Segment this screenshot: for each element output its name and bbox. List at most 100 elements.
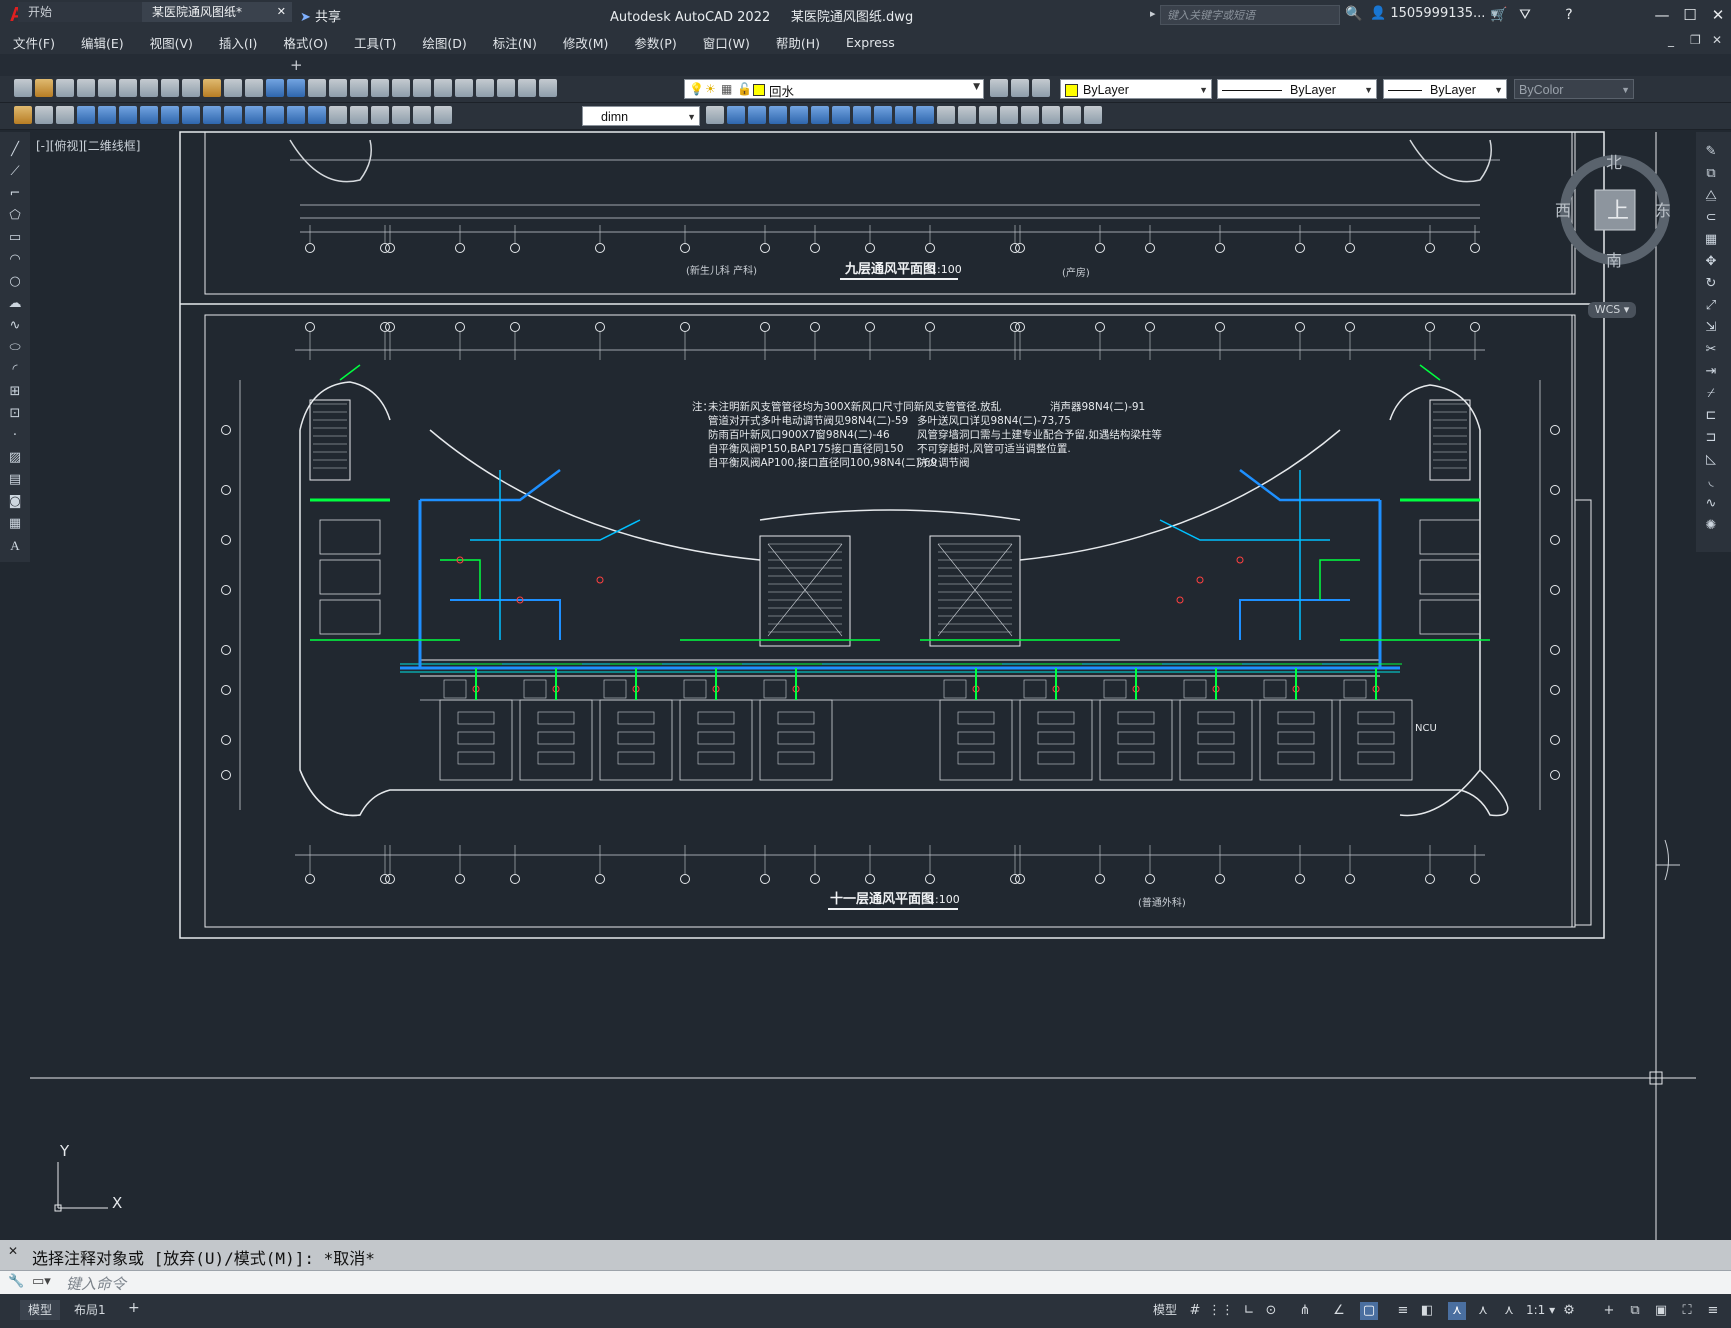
ncu-label: NCU <box>1415 723 1437 734</box>
ortho-icon[interactable]: ∟ <box>1240 1302 1258 1320</box>
grid-icon[interactable]: # <box>1186 1302 1204 1320</box>
diffuser <box>1236 556 1244 564</box>
snap-icon[interactable]: ⋮⋮ <box>1208 1302 1234 1320</box>
bed <box>777 751 815 765</box>
isodraft-icon[interactable]: ⋔ <box>1296 1302 1314 1320</box>
axis-bubble <box>1215 322 1225 332</box>
bathroom <box>943 679 967 699</box>
wing-room <box>1419 559 1481 595</box>
array-icon[interactable]: ▦ <box>1703 232 1719 248</box>
lineweight-display-icon[interactable]: ≡ <box>1394 1302 1412 1320</box>
top-note-left: (新生儿科 产科) <box>686 264 757 277</box>
bed <box>957 731 995 745</box>
ward-rooms <box>319 519 1481 781</box>
status-bar <box>0 1294 1731 1328</box>
annotation-scale-value[interactable]: 1:1 ▾ <box>1518 1300 1563 1320</box>
erase-icon[interactable]: ✎ <box>1703 144 1719 160</box>
bed <box>537 711 575 725</box>
bathroom <box>603 679 627 699</box>
clean-screen-icon[interactable]: ⛶ <box>1678 1302 1696 1320</box>
axis-bubble <box>1295 322 1305 332</box>
offset-icon[interactable]: ⊂ <box>1703 210 1719 226</box>
wcs-menu[interactable]: WCS ▾ <box>1588 302 1636 318</box>
bed <box>1357 731 1395 745</box>
tab-layout1[interactable]: 布局1 <box>66 1300 114 1320</box>
workspace-gear-icon[interactable]: ⚙ <box>1560 1302 1578 1320</box>
viewcube-east-label: 东 <box>1655 201 1671 220</box>
command-close-icon[interactable]: ✕ <box>8 1244 18 1258</box>
bed <box>617 731 655 745</box>
annotation-visibility-icon[interactable]: ⋏ <box>1448 1302 1466 1320</box>
east-intake-leader <box>1419 364 1441 381</box>
axis-bubble <box>1550 585 1560 595</box>
chamfer-icon[interactable]: ◺ <box>1703 452 1719 468</box>
join-icon[interactable]: ⊐ <box>1703 430 1719 446</box>
auto-scale-icon[interactable]: ⋏ <box>1474 1302 1492 1320</box>
axis-bubble <box>865 874 875 884</box>
extend-icon[interactable]: ⇥ <box>1703 364 1719 380</box>
bed <box>617 751 655 765</box>
bathroom <box>683 679 707 699</box>
axis-bubble <box>305 243 315 253</box>
break-point-icon[interactable]: ⌿ <box>1703 386 1719 402</box>
annotation-scale-icon[interactable]: ⋏ <box>1500 1302 1518 1320</box>
stretch-icon[interactable]: ⇲ <box>1703 320 1719 336</box>
command-input[interactable]: 键入命令 <box>66 1273 126 1294</box>
axis-bubble <box>1425 243 1435 253</box>
customize-wrench-icon[interactable]: 🔧 <box>8 1274 24 1289</box>
transparency-icon[interactable]: ◧ <box>1418 1302 1436 1320</box>
viewcube-west-label: 西 <box>1555 201 1571 220</box>
explode-icon[interactable]: ✺ <box>1703 518 1719 534</box>
blend-icon[interactable]: ∿ <box>1703 496 1719 512</box>
bathroom <box>443 679 467 699</box>
hardware-acceleration-icon[interactable]: ▣ <box>1652 1302 1670 1320</box>
recent-commands-icon[interactable]: ▭▾ <box>32 1274 51 1289</box>
note-left-3: 防雨百叶新风口900X7窗98N4(二)-46 <box>708 428 890 441</box>
bed <box>457 751 495 765</box>
axis-bubble <box>1095 322 1105 332</box>
bottom-plan-scale: 1:100 <box>928 893 960 906</box>
axis-bubble <box>221 425 231 435</box>
note-right-4: 不可穿越时,风管可适当调整位置. <box>917 442 1071 455</box>
scale-icon[interactable]: ⤢ <box>1703 298 1719 314</box>
copy-object-icon[interactable]: ⧉ <box>1703 166 1719 182</box>
isolate-objects-icon[interactable]: ⧉ <box>1626 1302 1644 1320</box>
east-branch-duct <box>1239 469 1380 502</box>
wing-room <box>1419 599 1481 635</box>
trim-icon[interactable]: ✂ <box>1703 342 1719 358</box>
axis-bubble <box>221 770 231 780</box>
axis-bubble <box>1345 322 1355 332</box>
axis-bubble <box>595 322 605 332</box>
model-space-button[interactable]: 模型 <box>1145 1300 1185 1320</box>
bottom-note-right: (普通外科) <box>1138 896 1186 909</box>
axis-bubble <box>510 322 520 332</box>
top-plan-title: 九层通风平面图 <box>844 261 936 277</box>
note-right-3: 风管穿墙洞口需与土建专业配合予留,如遇结构梁柱等 <box>917 428 1162 441</box>
bed <box>617 711 655 725</box>
plus-icon[interactable]: + <box>1600 1302 1618 1320</box>
axis-bubble <box>1425 874 1435 884</box>
command-line[interactable] <box>0 1270 1731 1295</box>
axis-bubble <box>305 874 315 884</box>
object-snap-tracking-icon[interactable]: ∠ <box>1330 1302 1348 1320</box>
axis-bubble <box>1550 770 1560 780</box>
viewcube[interactable]: 上 北 南 东 西 <box>1555 150 1675 270</box>
east-branch-duct <box>1159 519 1330 541</box>
axis-bubble <box>1550 425 1560 435</box>
rotate-icon[interactable]: ↻ <box>1703 276 1719 292</box>
viewport-controls-label[interactable]: [-][俯视][二维线框] <box>36 137 140 154</box>
break-icon[interactable]: ⊏ <box>1703 408 1719 424</box>
move-icon[interactable]: ✥ <box>1703 254 1719 270</box>
fillet-icon[interactable]: ◟ <box>1703 474 1719 490</box>
axis-bubble <box>221 485 231 495</box>
object-snap-icon[interactable]: ▢ <box>1360 1302 1378 1320</box>
customization-icon[interactable]: ≡ <box>1704 1302 1722 1320</box>
add-layout-icon[interactable]: + <box>128 1300 140 1316</box>
polar-icon[interactable]: ⊙ <box>1262 1302 1280 1320</box>
axis-bubble <box>1095 243 1105 253</box>
axis-bubble <box>595 243 605 253</box>
mirror-icon[interactable]: ⧋ <box>1703 188 1719 204</box>
bed <box>1037 711 1075 725</box>
tab-model[interactable]: 模型 <box>20 1300 61 1320</box>
axis-bubble <box>221 585 231 595</box>
